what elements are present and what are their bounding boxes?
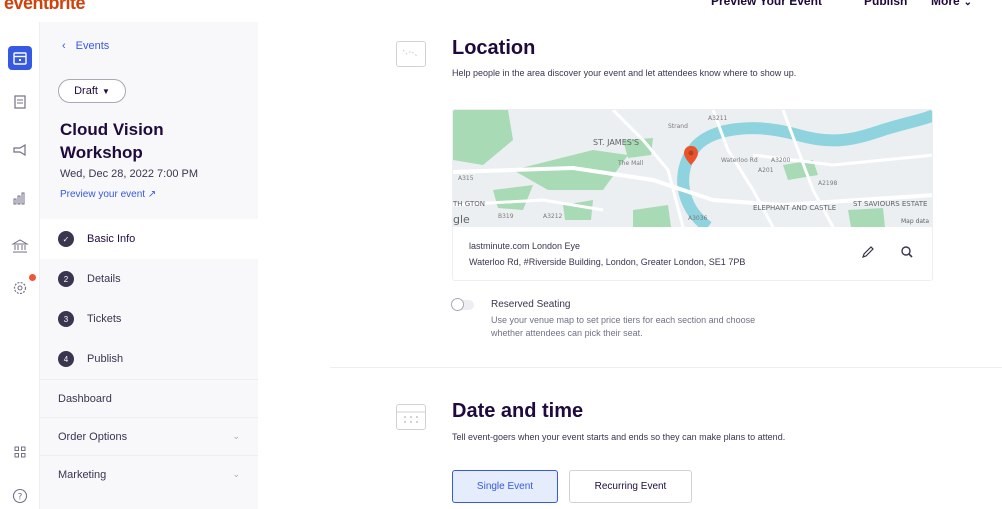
map-label: The Mall bbox=[617, 160, 644, 167]
preview-link-label: Preview your event bbox=[60, 189, 146, 200]
megaphone-icon[interactable] bbox=[8, 138, 32, 162]
date-time-description: Tell event-goers when your event starts … bbox=[452, 432, 786, 442]
status-label: Draft bbox=[74, 85, 98, 97]
step-number: 3 bbox=[58, 311, 74, 327]
location-map[interactable]: ST. JAMES'S ELEPHANT AND CASTLE ST SAVIO… bbox=[453, 110, 932, 232]
publish-link[interactable]: Publish bbox=[864, 0, 907, 8]
map-label: A2198 bbox=[818, 180, 838, 187]
calendar-icon[interactable] bbox=[8, 46, 32, 70]
svg-text:?: ? bbox=[18, 493, 23, 503]
chevron-down-icon: ⌄ bbox=[232, 469, 240, 479]
event-date: Wed, Dec 28, 2022 7:00 PM bbox=[60, 168, 198, 180]
main-content: Location Help people in the area discove… bbox=[258, 22, 1002, 509]
more-label: More bbox=[931, 0, 960, 8]
chevron-down-icon: ⌄ bbox=[232, 431, 240, 441]
reserved-seating-title: Reserved Seating bbox=[491, 299, 571, 310]
venue-address: Waterloo Rd, #Riverside Building, London… bbox=[469, 257, 746, 267]
chevron-down-icon: ▼ bbox=[101, 86, 110, 96]
preview-your-event-link[interactable]: Preview Your Event bbox=[711, 0, 822, 8]
venue-name: lastminute.com London Eye bbox=[469, 241, 581, 251]
reserved-seating-description: Use your venue map to set price tiers fo… bbox=[491, 315, 756, 338]
chevron-left-icon: ‹ bbox=[62, 40, 66, 52]
section-divider bbox=[330, 367, 1002, 368]
map-label: TH GTON bbox=[453, 200, 485, 208]
nav-dashboard[interactable]: Dashboard bbox=[40, 379, 258, 417]
map-label: A3212 bbox=[543, 213, 563, 220]
help-icon[interactable]: ? bbox=[8, 484, 32, 508]
location-title: Location bbox=[452, 37, 536, 59]
eventbrite-logo[interactable]: eventbrite bbox=[4, 0, 86, 14]
step-tickets[interactable]: 3 Tickets bbox=[40, 299, 258, 339]
step-basic-info[interactable]: ✓ Basic Info bbox=[40, 219, 258, 259]
step-label: Publish bbox=[87, 353, 124, 365]
location-section-icon bbox=[396, 41, 426, 67]
reserved-seating-toggle[interactable] bbox=[451, 298, 474, 311]
nav-order-options[interactable]: Order Options ⌄ bbox=[40, 417, 258, 455]
bar-chart-icon[interactable] bbox=[8, 186, 32, 210]
apps-grid-icon[interactable] bbox=[8, 440, 32, 464]
map-label-part: ELEPHANT AND CASTLE bbox=[753, 204, 836, 212]
nav-label: Order Options bbox=[58, 430, 128, 443]
map-label: ST. JAMES'S bbox=[593, 138, 639, 147]
calendar-section-icon bbox=[396, 404, 426, 430]
recurring-event-button[interactable]: Recurring Event bbox=[569, 470, 692, 503]
back-label: Events bbox=[75, 40, 110, 52]
map-label: A315 bbox=[458, 175, 474, 182]
single-event-button[interactable]: Single Event bbox=[452, 470, 558, 503]
step-number: 4 bbox=[58, 351, 74, 367]
icon-rail: ? bbox=[0, 22, 40, 509]
status-dropdown[interactable]: Draft ▼ bbox=[58, 79, 126, 103]
step-label: Basic Info bbox=[87, 233, 136, 245]
preview-event-link[interactable]: Preview your event ↗ bbox=[60, 189, 156, 200]
step-check-icon: ✓ bbox=[58, 231, 74, 247]
location-description: Help people in the area discover your ev… bbox=[452, 68, 797, 78]
map-label: B319 bbox=[498, 213, 514, 220]
location-card: ST. JAMES'S ELEPHANT AND CASTLE ST SAVIO… bbox=[452, 109, 933, 281]
pencil-icon[interactable] bbox=[860, 244, 876, 260]
gear-icon[interactable] bbox=[8, 276, 32, 300]
orders-list-icon[interactable] bbox=[8, 90, 32, 114]
map-label: A201 bbox=[758, 167, 774, 174]
step-publish[interactable]: 4 Publish bbox=[40, 339, 258, 379]
event-title: Cloud Vision Workshop bbox=[60, 120, 164, 162]
step-label: Tickets bbox=[87, 313, 122, 325]
toggle-knob bbox=[451, 298, 464, 311]
map-label: A3200 bbox=[771, 157, 791, 164]
map-label: A3211 bbox=[708, 115, 728, 122]
nav-label: Marketing bbox=[58, 468, 107, 481]
map-data-label: Map data bbox=[901, 218, 929, 225]
map-attribution: gle bbox=[453, 213, 470, 226]
map-label: ELEPHANT AND CASTLE bbox=[753, 204, 836, 212]
external-link-icon: ↗ bbox=[147, 189, 157, 200]
map-label: Strand bbox=[668, 123, 688, 130]
event-sidebar: ‹ Events Draft ▼ Cloud Vision Workshop Wed… bbox=[40, 22, 258, 509]
chevron-down-icon: ⌄ bbox=[963, 0, 973, 8]
map-label: Waterloo Rd bbox=[721, 157, 758, 164]
nav-marketing[interactable]: Marketing ⌄ bbox=[40, 455, 258, 493]
step-number: 2 bbox=[58, 271, 74, 287]
date-time-title: Date and time bbox=[452, 400, 584, 422]
map-label: ST SAVIOURS ESTATE bbox=[853, 200, 927, 208]
back-to-events-link[interactable]: ‹ Events bbox=[62, 40, 109, 52]
more-menu[interactable]: More ⌄ bbox=[931, 0, 972, 8]
bank-icon[interactable] bbox=[8, 234, 32, 258]
top-bar: eventbrite Preview Your Event Publish Mo… bbox=[0, 0, 1002, 22]
step-details[interactable]: 2 Details bbox=[40, 259, 258, 299]
step-label: Details bbox=[87, 273, 121, 285]
search-icon[interactable] bbox=[899, 244, 915, 260]
map-label: A3036 bbox=[688, 215, 708, 222]
nav-label: Dashboard bbox=[58, 392, 112, 405]
